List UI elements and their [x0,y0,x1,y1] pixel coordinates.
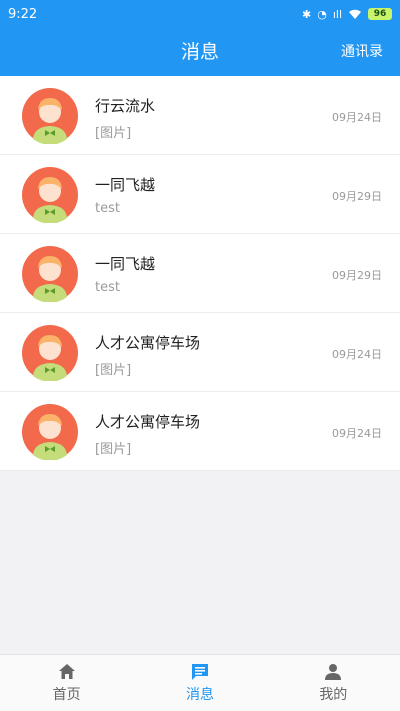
conversation-time: 09月29日 [332,269,382,282]
conversation-time: 09月29日 [332,190,382,203]
conversation-time: 09月24日 [332,427,382,440]
conversation-preview: test [95,280,120,295]
tab-label: 首页 [52,687,81,703]
conversation-preview: test [95,201,120,216]
avatar-icon [22,246,78,302]
message-icon [191,664,208,680]
conversation-row[interactable]: 一同飞越 test 09月29日 [0,234,400,313]
battery-indicator: 96 [368,8,392,20]
conversation-name: 人才公寓停车场 [95,334,201,352]
conversation-name: 一同飞越 [95,176,156,194]
avatar-icon [22,88,78,144]
conversation-row[interactable]: 一同飞越 test 09月29日 [0,155,400,234]
person-icon [325,664,342,680]
avatar-icon [22,404,78,460]
conversation-preview: [图片] [95,363,132,378]
contacts-button[interactable]: 通讯录 [341,28,383,76]
tab-messages[interactable]: 消息 [133,655,266,711]
tab-home[interactable]: 首页 [0,655,133,711]
conversation-list: 行云流水 [图片] 09月24日 一同飞越 test 09月29日 一同飞越 t… [0,76,400,471]
bottom-tab-bar: 首页 消息 我的 [0,654,400,711]
conversation-name: 行云流水 [95,97,156,115]
signal-icon: ıll [332,7,342,21]
bluetooth-icon: ✱ [302,7,312,21]
conversation-row[interactable]: 行云流水 [图片] 09月24日 [0,76,400,155]
conversation-time: 09月24日 [332,348,382,361]
app-header: 消息 通讯录 [0,28,400,76]
status-icons: ✱ ◔ ıll 96 [302,8,392,21]
status-time: 9:22 [8,6,38,22]
tab-label: 消息 [185,687,214,703]
page-title: 消息 [180,41,219,63]
alarm-icon: ◔ [317,7,327,21]
conversation-row[interactable]: 人才公寓停车场 [图片] 09月24日 [0,313,400,392]
conversation-name: 人才公寓停车场 [95,413,201,431]
tab-label: 我的 [319,687,348,703]
conversation-preview: [图片] [95,442,132,457]
wifi-icon [349,9,361,19]
avatar-icon [22,167,78,223]
status-bar: 9:22 ✱ ◔ ıll 96 [0,0,400,28]
conversation-name: 一同飞越 [95,255,156,273]
home-icon [58,664,75,679]
tab-profile[interactable]: 我的 [267,655,400,711]
conversation-row[interactable]: 人才公寓停车场 [图片] 09月24日 [0,392,400,471]
conversation-time: 09月24日 [332,111,382,124]
conversation-preview: [图片] [95,126,132,141]
avatar-icon [22,325,78,381]
